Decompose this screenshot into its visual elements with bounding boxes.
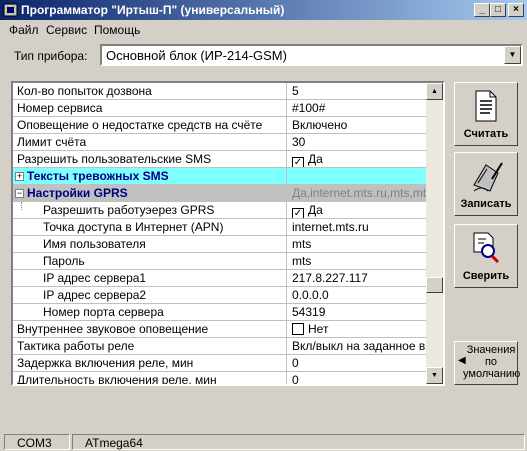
defaults-line-2: по — [484, 356, 498, 368]
close-button[interactable]: × — [508, 3, 524, 17]
read-button-label: Считать — [463, 128, 509, 140]
property-name: Разрешить работуэерез GPRS — [13, 202, 287, 218]
property-value[interactable]: Включено — [288, 117, 426, 133]
property-name: Пароль — [13, 253, 287, 269]
window-title: Программатор "Иртыш-П" (универсальный) — [21, 3, 285, 17]
table-row[interactable]: Номер сервиса #100# — [13, 100, 426, 117]
table-row[interactable]: Длительность включения реле, мин 0 — [13, 372, 426, 384]
property-name: Разрешить пользовательские SMS — [13, 151, 287, 167]
property-value[interactable]: mts — [288, 253, 426, 269]
verify-button-label: Сверить — [462, 270, 510, 282]
app-logo-icon — [3, 3, 18, 17]
table-row[interactable]: Точка доступа в Интернет (APN) internet.… — [13, 219, 426, 236]
property-name: Лимит счёта — [13, 134, 287, 150]
property-value[interactable]: 54319 — [288, 304, 426, 320]
table-row[interactable]: Номер порта сервера 54319 — [13, 304, 426, 321]
category-row-sms-texts[interactable]: + Тексты тревожных SMS — [13, 168, 426, 185]
property-name: IP адрес сервера1 — [13, 270, 287, 286]
defaults-button-label: Значения по умолчанию — [463, 344, 521, 380]
checkbox-label: Нет — [308, 322, 329, 336]
property-name: Точка доступа в Интернет (APN) — [13, 219, 287, 235]
read-button[interactable]: Считать — [454, 82, 518, 146]
property-name: Тактика работы реле — [13, 338, 287, 354]
table-row[interactable]: Разрешить пользовательские SMS ✓ Да — [13, 151, 426, 168]
verify-button[interactable]: Сверить — [454, 224, 518, 288]
scroll-up-button[interactable]: ▲ — [426, 83, 443, 100]
menu-file[interactable]: Файл — [9, 23, 39, 37]
status-port: COM3 — [4, 434, 70, 450]
table-row[interactable]: Кол-во попыток дозвона 5 — [13, 83, 426, 100]
property-value[interactable]: Вкл/выкл на заданное вр — [288, 338, 426, 354]
menu-bar: Файл Сервис Помощь — [0, 20, 527, 38]
checkbox-checked[interactable]: ✓ — [292, 157, 304, 167]
table-row[interactable]: Имя пользователя mts — [13, 236, 426, 253]
defaults-line-3: умолчанию — [463, 368, 521, 380]
property-value[interactable]: 30 — [288, 134, 426, 150]
title-bar[interactable]: Программатор "Иртыш-П" (универсальный) _… — [0, 0, 527, 20]
property-name: IP адрес сервера2 — [13, 287, 287, 303]
property-grid[interactable]: Кол-во попыток дозвона 5 Номер сервиса #… — [11, 81, 445, 386]
checkbox-checked[interactable]: ✓ — [292, 208, 304, 218]
minimize-button[interactable]: _ — [474, 3, 490, 17]
property-value[interactable]: Нет — [288, 321, 426, 337]
property-value[interactable]: mts — [288, 236, 426, 252]
property-value — [288, 168, 426, 184]
checkbox-label: Да — [308, 203, 323, 217]
document-read-icon — [475, 90, 497, 122]
write-button-label: Записать — [460, 198, 512, 210]
write-button[interactable]: Записать — [454, 152, 518, 216]
property-name: Длительность включения реле, мин — [13, 372, 287, 384]
table-row[interactable]: Разрешить работуэерез GPRS ✓ Да — [13, 202, 426, 219]
property-name: Номер порта сервера — [13, 304, 287, 320]
property-value[interactable]: 5 — [288, 83, 426, 99]
table-row[interactable]: IP адрес сервера1 217.8.227.117 — [13, 270, 426, 287]
checkbox-label: Да — [308, 152, 323, 166]
property-value[interactable]: ✓ Да — [288, 202, 426, 218]
vertical-scrollbar[interactable]: ▲ ▼ — [426, 83, 443, 384]
property-value[interactable]: 0 — [288, 355, 426, 371]
table-row[interactable]: IP адрес сервера2 0.0.0.0 — [13, 287, 426, 304]
device-type-value: Основной блок (ИР-214-GSM) — [106, 48, 287, 63]
table-row[interactable]: Оповещение о недостатке средств на счёте… — [13, 117, 426, 134]
property-name: Внутреннее звуковое оповещение — [13, 321, 287, 337]
category-name: Тексты тревожных SMS — [13, 168, 287, 184]
pen-write-icon — [473, 162, 503, 192]
table-row[interactable]: Задержка включения реле, мин 0 — [13, 355, 426, 372]
menu-help[interactable]: Помощь — [94, 23, 140, 37]
property-value[interactable]: #100# — [288, 100, 426, 116]
category-name: Настройки GPRS — [13, 185, 287, 201]
scroll-thumb[interactable] — [426, 277, 443, 293]
menu-service[interactable]: Сервис — [46, 23, 87, 37]
property-value[interactable]: 0.0.0.0 — [288, 287, 426, 303]
device-type-select[interactable]: Основной блок (ИР-214-GSM) ▼ — [100, 44, 523, 66]
table-row[interactable]: Пароль mts — [13, 253, 426, 270]
table-row[interactable]: Тактика работы реле Вкл/выкл на заданное… — [13, 338, 426, 355]
table-row[interactable]: Внутреннее звуковое оповещение Нет — [13, 321, 426, 338]
property-value[interactable]: 217.8.227.117 — [288, 270, 426, 286]
maximize-button[interactable]: □ — [490, 3, 506, 17]
property-name: Номер сервиса — [13, 100, 287, 116]
scroll-down-button[interactable]: ▼ — [426, 367, 443, 384]
property-value[interactable]: ✓ Да — [288, 151, 426, 167]
chevron-down-icon[interactable]: ▼ — [504, 46, 521, 64]
checkbox-unchecked[interactable] — [292, 323, 304, 335]
property-name: Задержка включения реле, мин — [13, 355, 287, 371]
defaults-line-1: Значения — [466, 344, 516, 356]
status-chip: ATmega64 — [72, 434, 525, 450]
category-summary: Да,internet.mts.ru,mts,mts — [292, 186, 426, 200]
category-row-gprs[interactable]: − Настройки GPRS Да,internet.mts.ru,mts,… — [13, 185, 426, 202]
property-name: Оповещение о недостатке средств на счёте — [13, 117, 287, 133]
property-value[interactable]: 0 — [288, 372, 426, 384]
table-row[interactable]: Лимит счёта 30 — [13, 134, 426, 151]
defaults-button[interactable]: ◀ Значения по умолчанию — [454, 341, 521, 385]
status-bar: COM3 ATmega64 — [0, 432, 527, 451]
property-name: Кол-во попыток дозвона — [13, 83, 287, 99]
property-value[interactable]: internet.mts.ru — [288, 219, 426, 235]
property-name: Имя пользователя — [13, 236, 287, 252]
property-rows: Кол-во попыток дозвона 5 Номер сервиса #… — [13, 83, 426, 384]
device-type-label: Тип прибора: — [14, 49, 88, 63]
magnifier-compare-icon — [473, 232, 500, 264]
